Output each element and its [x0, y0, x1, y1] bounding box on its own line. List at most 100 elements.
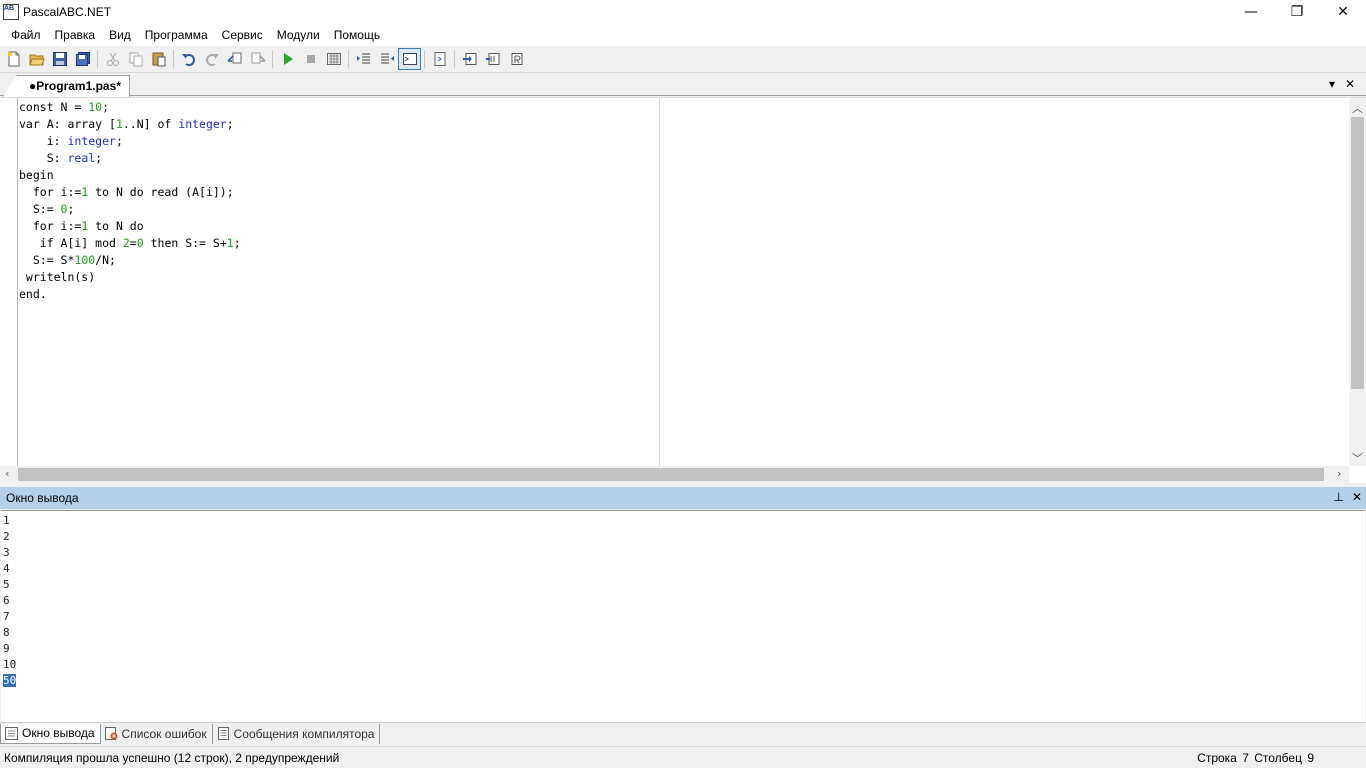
- compiler-messages-icon: [217, 727, 229, 740]
- code-token: 100: [74, 253, 96, 267]
- stop-icon[interactable]: [299, 48, 322, 70]
- code-token: for i:=: [19, 219, 82, 233]
- output-line: 1: [3, 514, 10, 527]
- scroll-left-icon[interactable]: ‹: [5, 467, 9, 480]
- comment-icon[interactable]: [223, 48, 246, 70]
- code-token: S:= S*: [19, 253, 75, 267]
- code-line[interactable]: writeln(s): [19, 269, 241, 286]
- toolbar-separator: [348, 50, 349, 68]
- code-line[interactable]: S:= S*100/N;: [19, 252, 241, 269]
- new-file-icon[interactable]: [2, 48, 25, 70]
- code-line[interactable]: for i:=1 to N do read (A[i]);: [19, 184, 241, 201]
- tab-error-list[interactable]: Список ошибок: [101, 723, 213, 744]
- code-token: 0: [136, 236, 144, 250]
- open-folder-icon[interactable]: [25, 48, 48, 70]
- selected-text: 50: [3, 674, 17, 687]
- code-line[interactable]: const N = 10;: [19, 99, 241, 116]
- menu-service[interactable]: Сервис: [215, 24, 270, 46]
- step-out-icon[interactable]: [504, 48, 527, 70]
- tab-program1[interactable]: ●Program1.pas*: [3, 75, 130, 97]
- code-token: integer: [178, 117, 227, 131]
- uncomment-icon[interactable]: [246, 48, 269, 70]
- toolbar-separator: [424, 50, 425, 68]
- unindent-icon[interactable]: [375, 48, 398, 70]
- close-button[interactable]: ✕: [1320, 0, 1366, 24]
- code-token: S:: [19, 151, 68, 165]
- run-icon[interactable]: [276, 48, 299, 70]
- output-line: 7: [3, 610, 10, 623]
- tab-dropdown-button[interactable]: ▾: [1329, 77, 1335, 91]
- code-token: S:=: [19, 202, 61, 216]
- debug-icon[interactable]: [428, 48, 451, 70]
- menu-edit[interactable]: Правка: [48, 24, 103, 46]
- tab-close-button[interactable]: ✕: [1345, 77, 1355, 91]
- output-close-button[interactable]: ✕: [1352, 490, 1362, 504]
- bottom-panel-tabs: Окно вывода Список ошибок Сообщения комп…: [0, 722, 1366, 744]
- menu-modules[interactable]: Модули: [270, 24, 327, 46]
- horizontal-scrollbar[interactable]: ‹ ›: [0, 466, 1349, 483]
- scroll-down-icon[interactable]: ﹀: [1352, 450, 1363, 466]
- code-token: =: [129, 236, 137, 250]
- code-line[interactable]: S:= 0;: [19, 201, 241, 218]
- menu-view[interactable]: Вид: [102, 24, 138, 46]
- code-token: /N;: [95, 253, 116, 267]
- scroll-right-icon[interactable]: ›: [1337, 467, 1341, 480]
- code-token: end.: [19, 287, 47, 301]
- editor-gutter: [17, 98, 18, 466]
- code-editor[interactable]: const N = 10; var A: array [1..N] of inte…: [0, 97, 1366, 483]
- compile-icon[interactable]: [322, 48, 345, 70]
- code-token: ;: [102, 100, 110, 114]
- code-line[interactable]: S: real;: [19, 150, 241, 167]
- title-bar: AB PascalABC.NET — ❐ ✕: [0, 0, 1366, 24]
- minimize-button[interactable]: —: [1228, 0, 1274, 24]
- code-text[interactable]: const N = 10; var A: array [1..N] of inte…: [19, 99, 241, 303]
- undo-icon[interactable]: [177, 48, 200, 70]
- step-over-icon[interactable]: [481, 48, 504, 70]
- code-token: ;: [226, 117, 234, 131]
- output-line: 5: [3, 578, 10, 591]
- output-line: 8: [3, 626, 10, 639]
- toolbar-separator: [454, 50, 455, 68]
- indent-icon[interactable]: [352, 48, 375, 70]
- code-token: 1: [115, 117, 123, 131]
- error-list-icon: [104, 727, 118, 740]
- app-icon: AB: [3, 4, 19, 20]
- pin-icon[interactable]: ⊥: [1333, 490, 1343, 504]
- paste-icon[interactable]: [147, 48, 170, 70]
- output-line: 9: [3, 642, 10, 655]
- window-title: PascalABC.NET: [23, 5, 112, 19]
- scroll-up-icon[interactable]: ︿: [1352, 100, 1363, 116]
- menu-help[interactable]: Помощь: [327, 24, 387, 46]
- tab-compiler-messages[interactable]: Сообщения компилятора: [213, 723, 381, 744]
- output-text-area[interactable]: 1 2 3 4 5 6 7 8 9 10 50: [1, 510, 1365, 722]
- vertical-scrollbar[interactable]: ︿ ﹀: [1349, 98, 1366, 466]
- code-token: for i:=: [19, 185, 82, 199]
- code-token: 10: [88, 100, 103, 114]
- code-line[interactable]: end.: [19, 286, 241, 303]
- copy-icon[interactable]: [124, 48, 147, 70]
- output-line: 6: [3, 594, 10, 607]
- save-all-icon[interactable]: [71, 48, 94, 70]
- code-token: 1: [226, 236, 234, 250]
- redo-icon[interactable]: [200, 48, 223, 70]
- step-into-icon[interactable]: [458, 48, 481, 70]
- code-line[interactable]: begin: [19, 167, 241, 184]
- code-line[interactable]: var A: array [1..N] of integer;: [19, 116, 241, 133]
- menu-file[interactable]: Файл: [4, 24, 48, 46]
- horizontal-scroll-thumb[interactable]: [18, 468, 1324, 481]
- cut-icon[interactable]: [101, 48, 124, 70]
- code-line[interactable]: for i:=1 to N do: [19, 218, 241, 235]
- code-token: then S:= S+: [143, 236, 227, 250]
- output-window-icon[interactable]: [398, 48, 421, 70]
- menu-program[interactable]: Программа: [138, 24, 215, 46]
- column-number: 9: [1307, 751, 1314, 765]
- code-line[interactable]: i: integer;: [19, 133, 241, 150]
- maximize-button[interactable]: ❐: [1274, 0, 1320, 24]
- vertical-scroll-thumb[interactable]: [1351, 117, 1364, 389]
- save-icon[interactable]: [48, 48, 71, 70]
- toolbar-separator: [173, 50, 174, 68]
- output-line: 4: [3, 562, 10, 575]
- tab-output-window[interactable]: Окно вывода: [0, 723, 101, 744]
- toolbar-separator: [97, 50, 98, 68]
- code-line[interactable]: if A[i] mod 2=0 then S:= S+1;: [19, 235, 241, 252]
